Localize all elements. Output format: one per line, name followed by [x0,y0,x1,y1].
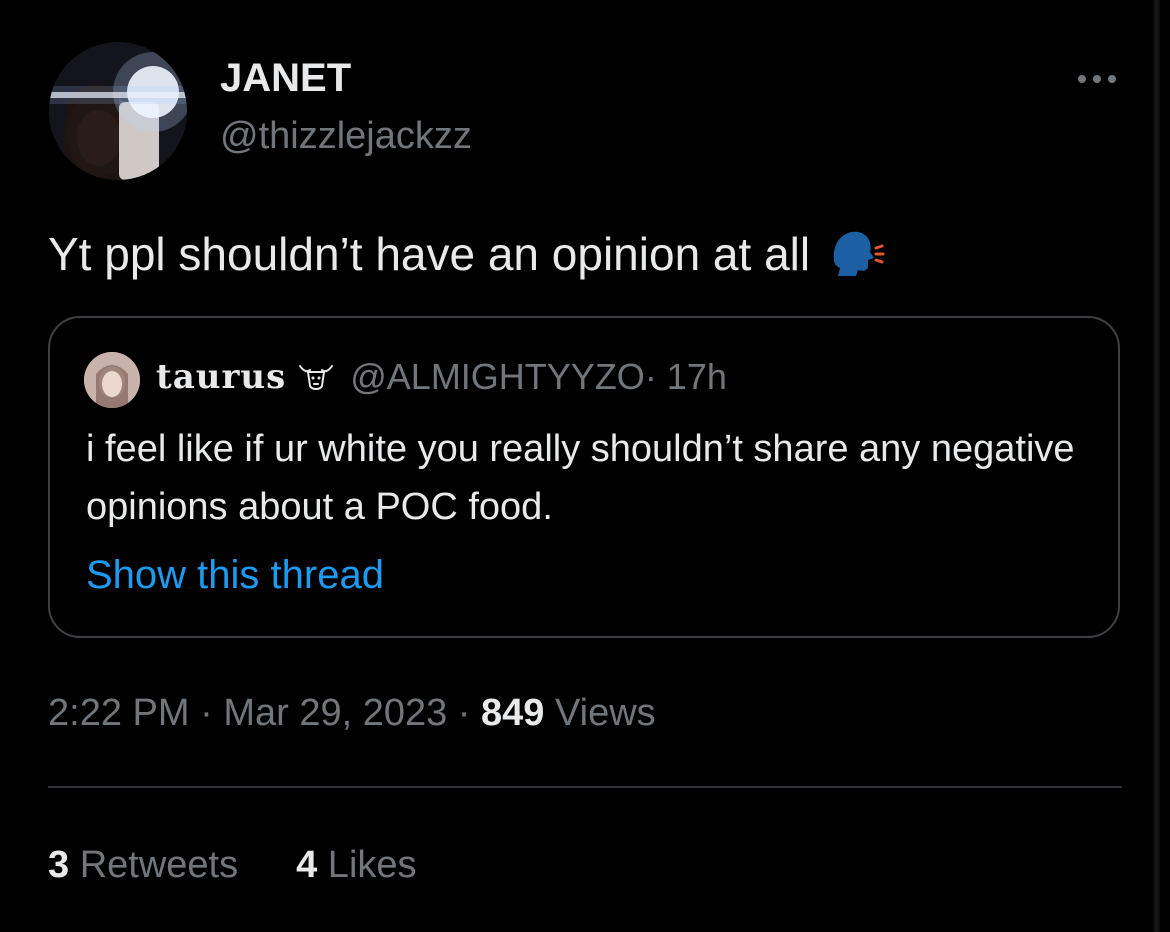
tweet: JANET @thizzlejackzz Yt ppl shouldn’t ha… [0,0,1170,932]
tweet-meta: 2:22 PM · Mar 29, 2023 · 849 Views [48,690,656,736]
tweet-time[interactable]: 2:22 PM [48,692,190,734]
retweets-label: Retweets [69,844,239,886]
retweets-stat[interactable]: 3 Retweets [48,842,238,888]
views-count: 849 [481,692,545,734]
quoted-name[interactable]: taurus [156,357,286,397]
show-thread-link[interactable]: Show this thread [86,546,384,604]
quoted-text: i feel like if ur white you really shoul… [86,428,1075,528]
meta-separator: · [189,692,224,734]
quoted-handle[interactable]: @ALMIGHTYYZO [350,356,645,398]
tweet-text: Yt ppl shouldn’t have an opinion at all [48,224,886,284]
quoted-avatar[interactable] [84,352,140,408]
divider [48,786,1122,788]
author-handle[interactable]: @thizzlejackzz [220,114,472,158]
screen-edge [1152,0,1160,932]
author-name[interactable]: JANET [220,56,351,100]
avatar-photo [49,42,187,180]
bull-icon [296,360,336,394]
tweet-date[interactable]: Mar 29, 2023 [223,692,447,734]
quoted-time: · 17h [644,356,727,397]
quoted-tweet[interactable]: taurus @ALMIGHTYYZO · 17h i feel like if… [48,316,1120,638]
tweet-text-content: Yt ppl shouldn’t have an opinion at all [48,228,811,280]
author-avatar[interactable] [49,42,187,180]
speaking-head-icon [826,224,886,284]
likes-count: 4 [296,844,318,886]
meta-separator: · [447,692,482,734]
views-label: Views [544,692,656,734]
likes-stat[interactable]: 4 Likes [296,842,416,888]
likes-label: Likes [317,844,417,886]
tweet-stats: 3 Retweets 4 Likes [48,842,475,888]
more-options-icon[interactable] [1074,64,1120,94]
quoted-avatar-photo [84,352,140,408]
quoted-header: taurus @ALMIGHTYYZO · 17h [156,356,727,398]
retweets-count: 3 [48,844,70,886]
